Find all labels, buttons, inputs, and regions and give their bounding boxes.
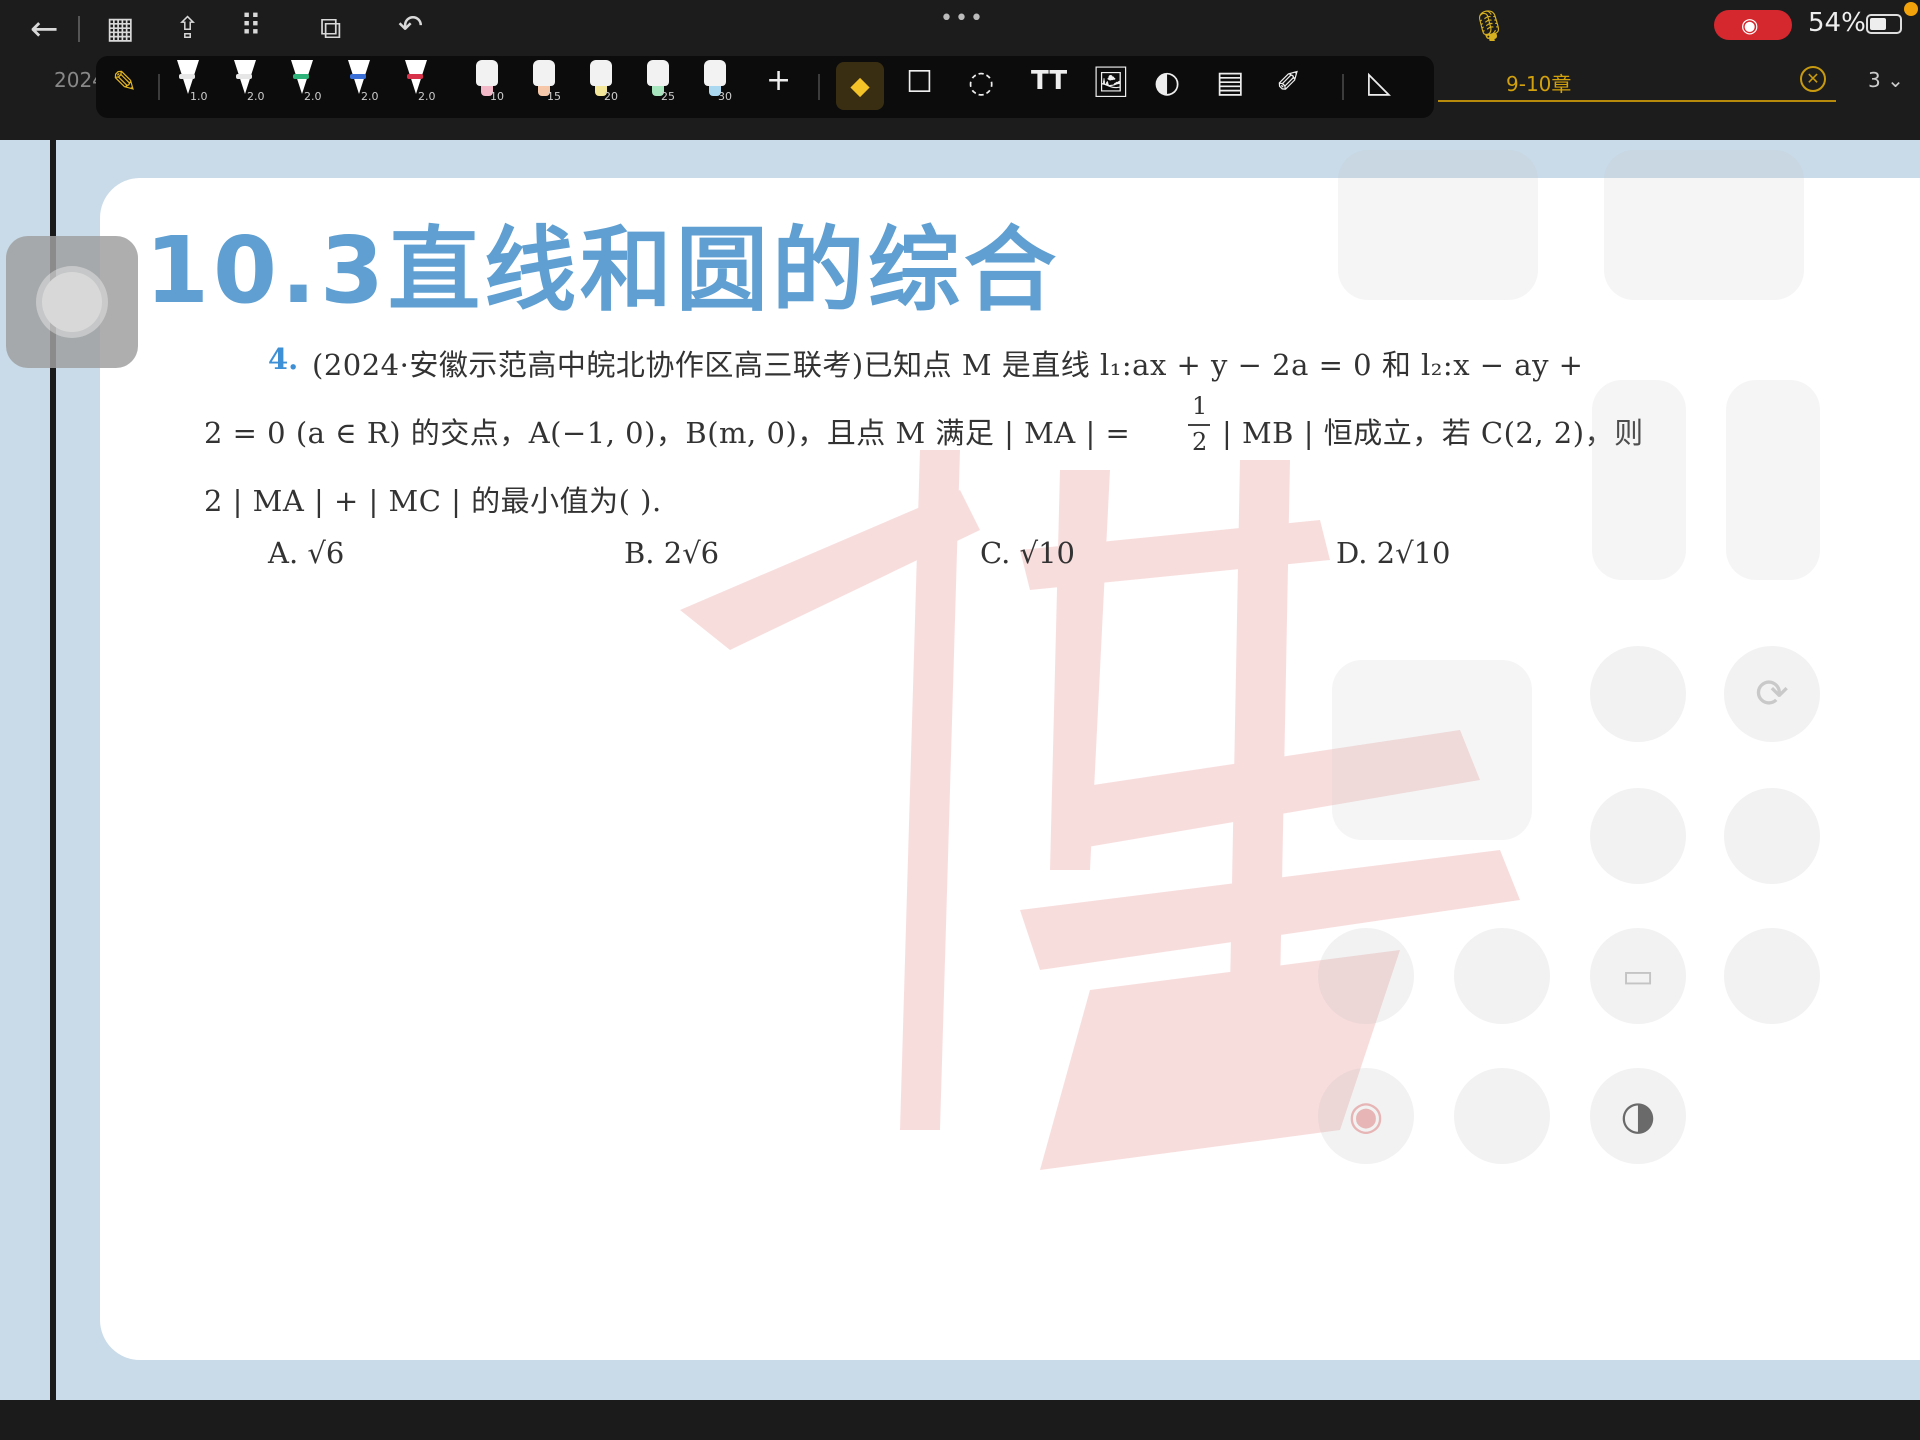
document-viewport[interactable]	[0, 140, 1920, 1400]
cc-button[interactable]	[1454, 1068, 1550, 1164]
fraction-numerator: 1	[1192, 392, 1208, 420]
highlighter-size-label: 20	[604, 90, 618, 103]
back-arrow-icon[interactable]: ←	[30, 12, 59, 46]
share-icon[interactable]: ⇪	[175, 14, 200, 44]
highlighter-tool[interactable]: 30	[704, 60, 732, 104]
laser-pointer-icon[interactable]: ✐	[1276, 68, 1301, 98]
privacy-indicator-dot	[1904, 2, 1918, 16]
highlighter-tool[interactable]: 10	[476, 60, 504, 104]
question-text-line1: (2024·安徽示范高中皖北协作区高三联考)已知点 M 是直线 l₁:ax + …	[312, 348, 1584, 382]
cc-button[interactable]	[1724, 928, 1820, 1024]
fraction-bar	[1188, 424, 1210, 426]
cc-tile	[1338, 150, 1538, 300]
highlighter-body	[704, 60, 726, 86]
question-text-line3: 2 | MA | + | MC | 的最小值为( ).	[204, 484, 662, 518]
brightness-slider[interactable]	[1592, 380, 1686, 580]
pen-size-label: 2.0	[418, 90, 436, 103]
chapter-title: 10.3直线和圆的综合	[145, 217, 1060, 324]
eraser-icon[interactable]: ⬥	[836, 62, 884, 110]
tab-chapter-label[interactable]: 9-10章	[1506, 68, 1571, 97]
low-power-mode-icon[interactable]: ▭	[1590, 928, 1686, 1024]
highlighter-size-label: 10	[490, 90, 504, 103]
pages-icon[interactable]: ⧉	[320, 14, 341, 44]
highlighter-size-label: 25	[661, 90, 675, 103]
question-text-line2: 2 = 0 (a ∈ R) 的交点，A(−1, 0)，B(m, 0)，且点 M …	[204, 416, 1131, 450]
highlighter-tool[interactable]: 20	[590, 60, 618, 104]
highlighter-body	[590, 60, 612, 86]
grid-view-icon[interactable]: ▦	[106, 14, 134, 44]
bottom-bar	[0, 1400, 1920, 1440]
pen-tool[interactable]: 2.0	[233, 60, 265, 106]
assistive-touch-knob	[42, 272, 102, 332]
cc-button[interactable]	[1590, 788, 1686, 884]
add-tool-icon[interactable]: +	[766, 66, 791, 96]
pen-size-label: 2.0	[304, 90, 322, 103]
highlighter-size-label: 15	[547, 90, 561, 103]
highlighter-body	[647, 60, 669, 86]
battery-icon	[1866, 14, 1902, 34]
top-toolbar: ← ▦ ⇪ ⠿ ⧉ ↶ ••• 🎙 ◉ 54% 2024 9-10章 ✕ 3 ⌄…	[0, 0, 1920, 140]
shape-tool-icon[interactable]: ☐	[906, 68, 933, 98]
toolbar-divider	[158, 74, 160, 100]
pen-settings-icon[interactable]: ✎	[112, 68, 137, 98]
pen-color-band	[236, 74, 252, 79]
toolbar-divider	[78, 16, 80, 42]
dark-mode-icon[interactable]: ◑	[1590, 1068, 1686, 1164]
pen-tool[interactable]: 2.0	[404, 60, 436, 106]
cc-button[interactable]	[1318, 928, 1414, 1024]
microphone-icon[interactable]: 🎙	[1470, 12, 1508, 42]
highlighter-body	[476, 60, 498, 86]
pen-toolbar: ✎ 1.0 2.0 2.0 2.0 2.0 10 15 20 25 30 + ⬥ ☐ ◌ TT 🖼…	[96, 56, 1434, 118]
cc-button[interactable]	[1724, 788, 1820, 884]
highlighter-tool[interactable]: 25	[647, 60, 675, 104]
comment-tool-icon[interactable]: ▤	[1216, 68, 1244, 98]
page-count-selector[interactable]: 3 ⌄	[1868, 68, 1904, 92]
screen-record-icon[interactable]: ◉	[1318, 1068, 1414, 1164]
undo-icon[interactable]: ↶	[398, 12, 423, 42]
pen-color-band	[407, 74, 423, 79]
pen-color-band	[293, 74, 309, 79]
highlighter-body	[533, 60, 555, 86]
rotation-lock-icon[interactable]: ⟳	[1724, 646, 1820, 742]
screen-recording-indicator[interactable]: ◉	[1714, 10, 1792, 40]
volume-slider[interactable]	[1726, 380, 1820, 580]
collapse-toolbar-icon[interactable]: ◺	[1368, 68, 1391, 98]
pen-tool[interactable]: 2.0	[290, 60, 322, 106]
fraction-denominator: 2	[1192, 428, 1208, 456]
option-d: D. 2√10	[1336, 536, 1451, 570]
highlighter-size-label: 30	[718, 90, 732, 103]
pen-size-label: 2.0	[361, 90, 379, 103]
option-b: B. 2√6	[624, 536, 720, 570]
toolbar-divider	[1342, 74, 1344, 100]
option-a: A. √6	[268, 536, 345, 570]
record-icon: ◉	[1741, 13, 1759, 37]
pen-tool[interactable]: 1.0	[176, 60, 208, 106]
question-number: 4.	[268, 342, 299, 376]
lasso-tool-icon[interactable]: ◌	[968, 68, 994, 98]
cc-button[interactable]	[1590, 646, 1686, 742]
sticker-tool-icon[interactable]: ◐	[1154, 68, 1180, 98]
cc-media-tile	[1332, 660, 1532, 840]
cc-tile	[1604, 150, 1804, 300]
text-tool-icon[interactable]: TT	[1031, 68, 1067, 94]
pen-tool[interactable]: 2.0	[347, 60, 379, 106]
pen-size-label: 2.0	[247, 90, 265, 103]
tab-close-icon[interactable]: ✕	[1800, 66, 1826, 92]
pen-color-band	[179, 74, 195, 79]
pen-size-label: 1.0	[190, 90, 208, 103]
question-text-line2-end: | MB | 恒成立，若 C(2, 2)，则	[1222, 416, 1644, 450]
battery-percentage: 54%	[1808, 8, 1866, 38]
highlighter-tool[interactable]: 15	[533, 60, 561, 104]
more-options-icon[interactable]: •••	[940, 6, 985, 31]
image-tool-icon[interactable]: 🖼	[1092, 68, 1130, 98]
cc-button[interactable]	[1454, 928, 1550, 1024]
pen-color-band	[350, 74, 366, 79]
page-count-value: 3	[1868, 68, 1881, 92]
apps-grid-icon[interactable]: ⠿	[240, 12, 262, 42]
toolbar-divider	[818, 74, 820, 100]
assistive-touch-button[interactable]	[6, 236, 138, 368]
tab-chapter[interactable]	[1438, 58, 1836, 102]
option-c: C. √10	[980, 536, 1075, 570]
